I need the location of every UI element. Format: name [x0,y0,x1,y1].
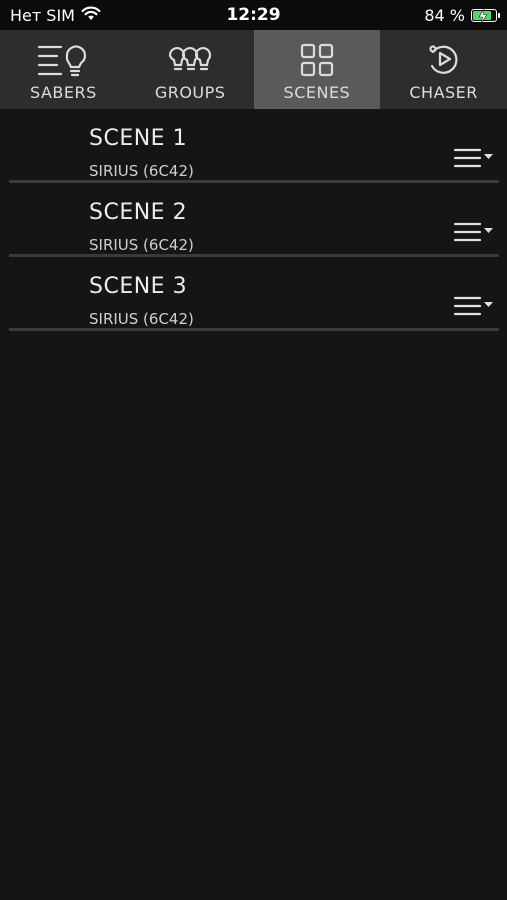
scene-menu-button[interactable] [453,295,495,319]
scene-device: SIRIUS (6C42) [89,162,194,180]
scene-title: SCENE 2 [89,200,188,225]
list-dropdown-icon [453,222,493,242]
scene-menu-button[interactable] [453,221,495,245]
tab-sabers[interactable]: SABERS [0,30,127,109]
divider [9,328,499,331]
scene-title: SCENE 3 [89,274,188,299]
tab-groups[interactable]: GROUPS [127,30,254,109]
scene-title: SCENE 1 [89,126,188,151]
scene-menu-button[interactable] [453,147,495,171]
scene-device: SIRIUS (6C42) [89,236,194,254]
battery-icon [471,9,500,23]
scene-device: SIRIUS (6C42) [89,310,194,328]
scenes-icon [254,42,381,78]
scene-row[interactable]: SCENE 3 SIRIUS (6C42) [9,257,499,331]
sabers-icon [0,42,127,78]
scene-list: SCENE 1 SIRIUS (6C42) SCENE 2 SIRIUS (6C… [9,109,499,331]
groups-icon [127,42,254,78]
tab-bar: SABERS GROUPS SCENES CHASER [0,30,507,109]
list-dropdown-icon [453,148,493,168]
tab-scenes[interactable]: SCENES [253,30,381,109]
tab-label: SCENES [283,83,351,102]
tab-label: GROUPS [154,83,226,102]
list-dropdown-icon [453,296,493,316]
charging-icon [478,9,488,23]
tab-label: CHASER [409,83,478,102]
app-screen: Нет SIM 12:29 84 % SABERS GROUPS SCENES … [0,0,507,900]
battery-percent: 84 % [424,6,465,25]
tab-label: SABERS [29,83,97,102]
status-bar: Нет SIM 12:29 84 % [0,0,507,30]
tab-chaser[interactable]: CHASER [380,30,507,109]
status-right: 84 % [424,6,500,25]
scene-row[interactable]: SCENE 2 SIRIUS (6C42) [9,183,499,257]
chaser-icon [380,42,507,78]
scene-row[interactable]: SCENE 1 SIRIUS (6C42) [9,109,499,183]
